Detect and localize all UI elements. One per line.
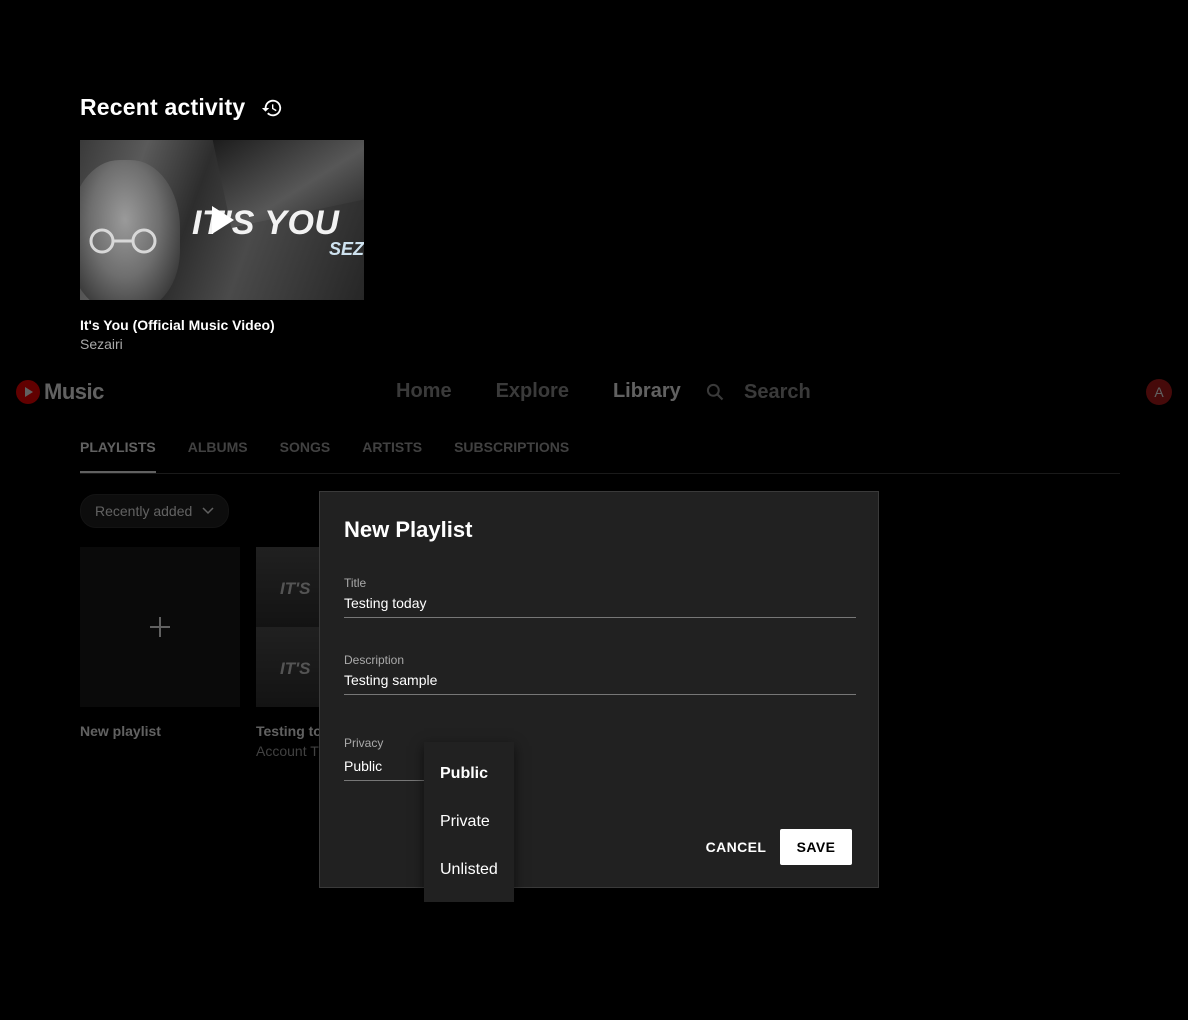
nav-explore[interactable]: Explore: [496, 380, 569, 403]
search-icon[interactable]: [705, 382, 725, 402]
glasses-graphic: [89, 228, 157, 254]
description-field-label: Description: [344, 653, 405, 667]
plus-icon: [150, 617, 170, 637]
title-field[interactable]: Title Testing today: [344, 576, 856, 618]
recent-item-title[interactable]: It's You (Official Music Video): [80, 317, 275, 333]
tab-subscriptions[interactable]: SUBSCRIPTIONS: [454, 439, 569, 473]
recent-item-artist[interactable]: Sezairi: [80, 336, 123, 352]
chevron-down-icon: [202, 507, 214, 515]
description-field[interactable]: Description Testing sample: [344, 653, 856, 695]
privacy-option-public[interactable]: Public: [424, 750, 514, 798]
main-nav: Home Explore Library: [396, 380, 681, 403]
tab-songs[interactable]: SONGS: [280, 439, 331, 473]
avatar[interactable]: A: [1146, 379, 1172, 405]
recent-activity-title: Recent activity: [80, 94, 246, 120]
privacy-option-private[interactable]: Private: [424, 798, 514, 846]
new-playlist-label[interactable]: New playlist: [80, 723, 161, 739]
privacy-option-unlisted[interactable]: Unlisted: [424, 846, 514, 894]
youtube-music-logo[interactable]: Music: [16, 379, 104, 405]
new-playlist-dialog: New Playlist Title Testing today Descrip…: [319, 491, 879, 888]
playlist-thumb-text-top: IT'S: [280, 579, 311, 598]
dialog-title: New Playlist: [344, 517, 473, 542]
tabs-divider: [80, 473, 1120, 474]
history-icon[interactable]: [261, 97, 283, 119]
playlist-thumb-text-bottom: IT'S: [280, 659, 311, 678]
thumbnail-sub-text: SEZ: [328, 239, 364, 259]
top-bar: Music Home Explore Library Search A: [0, 360, 1188, 424]
tab-artists[interactable]: ARTISTS: [362, 439, 422, 473]
title-field-label: Title: [344, 576, 367, 590]
playlist-card-subtitle: Account T: [256, 743, 319, 759]
library-tabs: PLAYLISTS ALBUMS SONGS ARTISTS SUBSCRIPT…: [80, 439, 569, 473]
cancel-button[interactable]: CANCEL: [696, 829, 776, 865]
logo-play-icon: [16, 380, 40, 404]
tab-playlists[interactable]: PLAYLISTS: [80, 439, 156, 473]
play-icon[interactable]: [212, 206, 234, 234]
sort-label: Recently added: [95, 503, 193, 519]
recent-video-thumbnail[interactable]: IT'S YOU SEZ: [80, 140, 364, 300]
sort-dropdown[interactable]: Recently added: [80, 494, 230, 528]
nav-library[interactable]: Library: [613, 380, 681, 403]
title-input[interactable]: Testing today: [344, 595, 856, 618]
logo-text: Music: [44, 379, 104, 404]
recent-activity-header: Recent activity: [80, 94, 283, 121]
privacy-dropdown-menu: Public Private Unlisted: [424, 742, 514, 902]
search-input[interactable]: Search: [744, 381, 811, 404]
tab-albums[interactable]: ALBUMS: [188, 439, 248, 473]
playlist-card-title[interactable]: Testing to: [256, 723, 322, 739]
description-input[interactable]: Testing sample: [344, 672, 856, 695]
new-playlist-card[interactable]: [80, 547, 240, 707]
save-button[interactable]: SAVE: [780, 829, 852, 865]
nav-home[interactable]: Home: [396, 380, 452, 403]
